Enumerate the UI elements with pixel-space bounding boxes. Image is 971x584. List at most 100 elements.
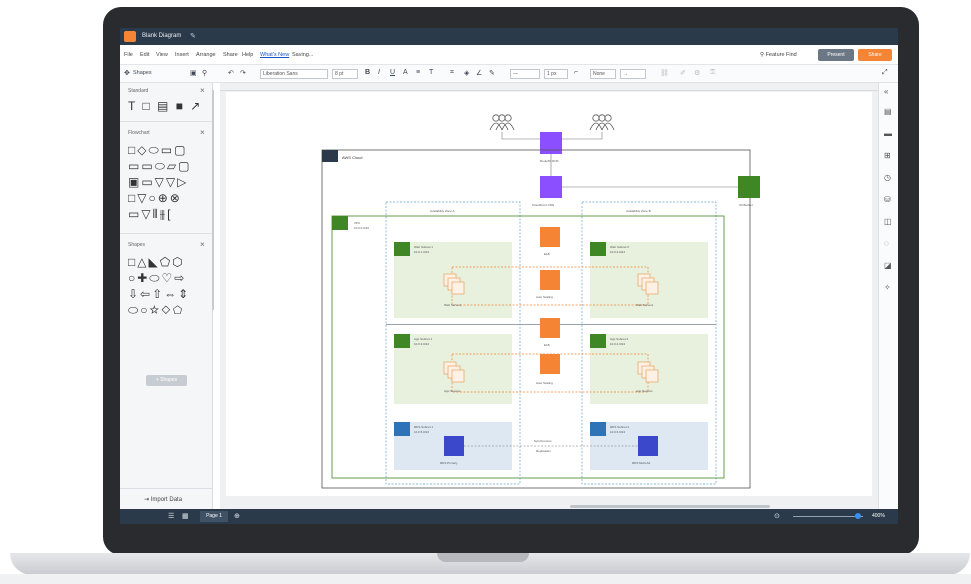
zoom-fit-icon[interactable]: ⊙ xyxy=(774,512,780,520)
close-icon[interactable]: × xyxy=(200,240,205,249)
collapse-icon[interactable]: « xyxy=(884,87,888,96)
flowchart-shapes-row[interactable]: ▭▭⬭▱▢ xyxy=(128,159,192,174)
panel-header-shapes[interactable]: Shapes × xyxy=(120,239,213,251)
present-button[interactable]: Present xyxy=(818,49,854,61)
menu-view[interactable]: View xyxy=(156,52,168,58)
app-screen: Blank Diagram ✎ File Edit View Insert Ar… xyxy=(120,28,898,524)
flowchart-shapes-row[interactable]: ▣▭▽▽▷ xyxy=(128,175,188,189)
grid-view-icon[interactable]: ▦ xyxy=(182,512,189,520)
sidebar-scrollbar[interactable] xyxy=(212,90,214,310)
bold-button[interactable]: B xyxy=(365,69,370,76)
basic-shapes-row[interactable]: ⇩⇦⇧⇔⇕ xyxy=(128,287,190,301)
image-icon[interactable]: ▣ xyxy=(190,69,197,77)
menu-arrange[interactable]: Arrange xyxy=(196,52,216,58)
style-icon[interactable]: ✎ xyxy=(489,69,495,77)
panel-header-flowchart[interactable]: Flowchart × xyxy=(120,127,213,139)
line-width-select[interactable]: 1 px xyxy=(544,69,568,79)
elb-icon[interactable] xyxy=(540,318,560,338)
import-icon: ⇥ xyxy=(144,497,151,503)
lock-icon[interactable]: ⚿ xyxy=(710,69,715,77)
flowchart-shapes-row[interactable]: □▽○⊕⊗ xyxy=(128,191,182,205)
cloudfront-icon[interactable] xyxy=(540,176,562,198)
pencil-icon[interactable]: ✎ xyxy=(190,32,196,40)
panel-header-standard[interactable]: Standard × xyxy=(120,85,213,97)
text-color-button[interactable]: A xyxy=(403,69,408,76)
line-color-icon[interactable]: ∠ xyxy=(476,69,482,77)
route53-icon[interactable] xyxy=(540,132,562,154)
add-page-icon[interactable]: ⊕ xyxy=(234,512,240,520)
magic-wand-icon[interactable]: ✧ xyxy=(884,283,891,292)
underline-button[interactable]: U xyxy=(390,69,395,76)
list-view-icon[interactable]: ☰ xyxy=(168,512,174,520)
chat-icon[interactable]: ◌ xyxy=(884,239,889,248)
line-style-select[interactable]: — xyxy=(510,69,540,79)
connector-icon[interactable]: ⌐ xyxy=(574,69,578,76)
draw-icon[interactable]: ✐ xyxy=(680,69,686,77)
arrow-start-select[interactable]: None xyxy=(590,69,616,79)
shapes-panel-icon[interactable]: ✥ xyxy=(124,69,130,77)
auto-scaling-icon[interactable] xyxy=(540,354,560,374)
link-icon[interactable]: ⛓ xyxy=(660,69,669,77)
rds-primary-icon[interactable] xyxy=(444,436,464,456)
layers-icon[interactable]: ⛁ xyxy=(884,195,891,204)
zoom-level[interactable]: 400% xyxy=(872,513,885,519)
basic-shapes-row[interactable]: ○✚⬭♡⇨ xyxy=(128,271,186,286)
page-tab-label: Page 1 xyxy=(206,513,222,519)
text-options-icon[interactable]: T xyxy=(429,69,433,76)
menu-insert[interactable]: Insert xyxy=(175,52,189,58)
zoom-slider[interactable] xyxy=(793,516,863,517)
crop-icon[interactable]: ⌗ xyxy=(450,69,454,77)
history-icon[interactable]: ◷ xyxy=(884,173,891,182)
font-size-select[interactable]: 8 pt xyxy=(332,69,358,79)
laptop-shadow xyxy=(0,574,971,584)
rds-multi-az-icon[interactable] xyxy=(638,436,658,456)
feature-find-button[interactable]: ⚲ Feature Find xyxy=(760,52,797,58)
whats-new-link[interactable]: What's New xyxy=(260,52,289,58)
aws-architecture-diagram: Route53 DNS AWS Cloud CloudFront CDN S3 … xyxy=(321,114,760,489)
vpc-label: VPC xyxy=(354,221,361,225)
s3-icon[interactable] xyxy=(738,176,760,198)
menu-edit[interactable]: Edit xyxy=(140,52,149,58)
basic-shapes-row[interactable]: □△◣⬠⬡ xyxy=(128,255,185,269)
app-subnet-1-cidr: 10.0.3.0/24 xyxy=(414,342,429,346)
divider xyxy=(120,233,213,234)
basic-shapes-row[interactable]: ⬭○☆◇⬠ xyxy=(128,303,185,318)
arrow-end-select[interactable]: → xyxy=(620,69,646,79)
auto-scaling-icon[interactable] xyxy=(540,270,560,290)
import-data-button[interactable]: ⇥ Import Data xyxy=(144,496,182,503)
menu-share[interactable]: Share xyxy=(223,52,238,58)
zoom-slider-thumb[interactable] xyxy=(855,513,861,519)
italic-button[interactable]: I xyxy=(378,69,380,76)
flowchart-shapes-row[interactable]: □◇⬭▭▢ xyxy=(128,143,187,158)
share-button[interactable]: Share xyxy=(858,49,892,61)
present-icon[interactable]: ◪ xyxy=(884,261,892,270)
menu-help[interactable]: Help xyxy=(242,52,253,58)
comment-icon[interactable]: ▬ xyxy=(884,129,892,138)
font-select[interactable]: Liberation Sans xyxy=(260,69,328,79)
close-icon[interactable]: × xyxy=(200,128,205,137)
close-icon[interactable]: × xyxy=(200,86,205,95)
fullscreen-icon[interactable]: ⤢ xyxy=(882,69,888,77)
flowchart-shapes-row[interactable]: ▭▽⫴⫵[ xyxy=(128,207,172,222)
fill-color-icon[interactable]: ◈ xyxy=(464,69,469,77)
data-icon[interactable]: ◫ xyxy=(884,217,892,226)
diagram-page[interactable]: Route53 DNS AWS Cloud CloudFront CDN S3 … xyxy=(226,92,872,496)
horizontal-scrollbar[interactable] xyxy=(570,505,770,508)
undo-icon[interactable]: ↶ xyxy=(228,69,234,77)
search-icon[interactable]: ⚲ xyxy=(202,69,207,77)
share-label: Share xyxy=(868,52,882,58)
right-dock: « ▤ ▬ ⊞ ◷ ⛁ ◫ ◌ ◪ ✧ xyxy=(878,83,898,509)
document-title[interactable]: Blank Diagram xyxy=(142,33,181,39)
elb-label: ELB xyxy=(544,343,550,347)
elb-icon[interactable] xyxy=(540,227,560,247)
magic-icon[interactable]: ⚙ xyxy=(694,69,700,77)
redo-icon[interactable]: ↷ xyxy=(240,69,246,77)
page-icon[interactable]: ▤ xyxy=(884,107,892,116)
menu-file[interactable]: File xyxy=(124,52,133,58)
theme-icon[interactable]: ⊞ xyxy=(884,151,891,160)
align-icon[interactable]: ≡ xyxy=(416,69,420,76)
standard-shapes-row[interactable]: T □ ▤ ■ ↗ xyxy=(128,99,202,113)
page-tab[interactable]: Page 1 xyxy=(200,511,228,522)
add-shapes-button[interactable]: + Shapes xyxy=(146,375,187,386)
panel-title-shapes: Shapes xyxy=(128,242,145,248)
